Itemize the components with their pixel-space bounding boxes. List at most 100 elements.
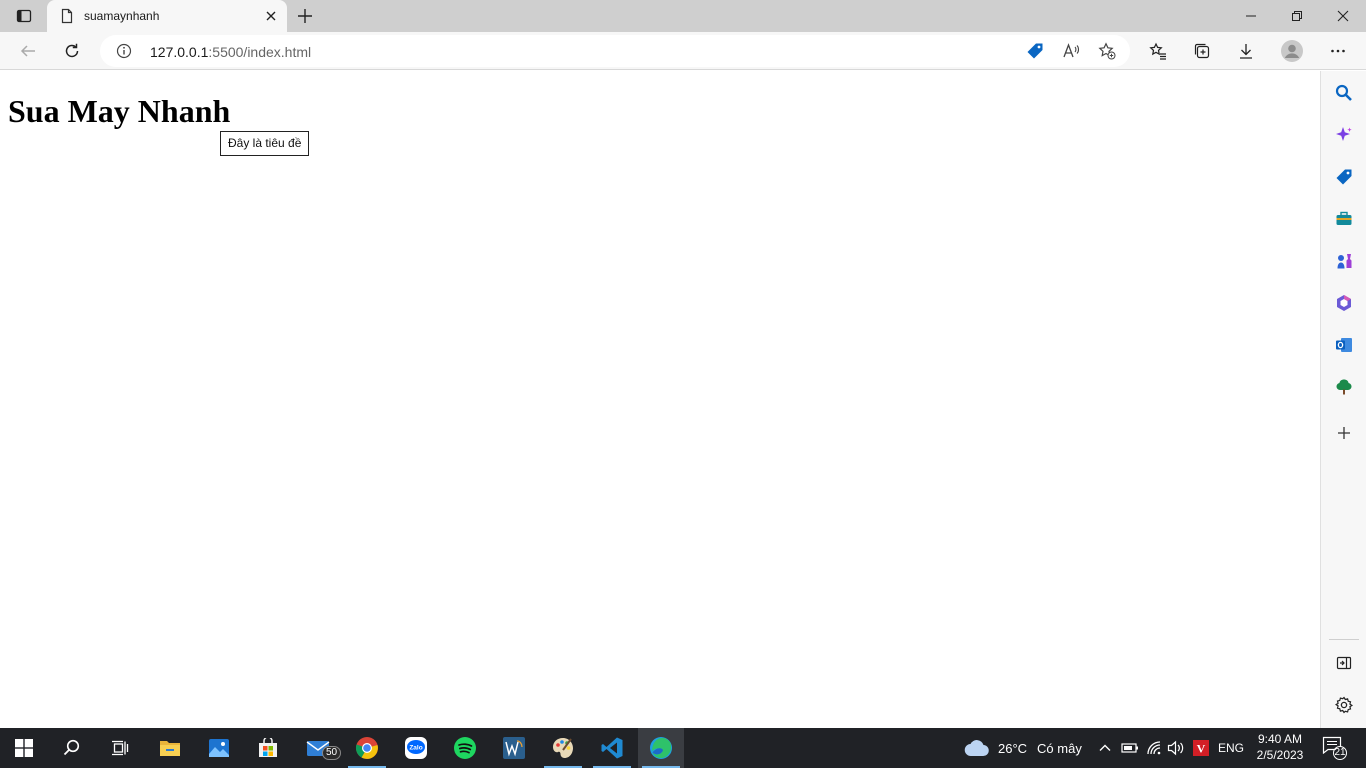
close-tab-icon[interactable] — [263, 8, 279, 24]
taskbar-store[interactable] — [245, 728, 291, 768]
taskbar-file-explorer[interactable] — [147, 728, 193, 768]
taskbar-zalo[interactable]: Zalo — [393, 728, 439, 768]
sidebar-discover-button[interactable] — [1332, 123, 1356, 147]
sidebar-search-button[interactable] — [1332, 81, 1356, 105]
chrome-icon — [355, 737, 378, 759]
add-icon — [1338, 427, 1350, 439]
downloads-button[interactable] — [1232, 37, 1260, 65]
taskbar-paint[interactable] — [540, 728, 586, 768]
notification-count-badge: 21 — [1333, 746, 1347, 760]
sidebar-tree-button[interactable] — [1332, 375, 1356, 399]
search-icon — [63, 739, 80, 756]
show-hidden-icons-button[interactable] — [1095, 728, 1115, 768]
sidebar-games-button[interactable] — [1332, 249, 1356, 273]
windows-taskbar: 50 Zalo 26°C Có mây V ENG 9:40 AM 2/5/20… — [0, 728, 1366, 768]
restore-icon — [1292, 11, 1302, 21]
notifications-button[interactable]: 21 — [1322, 736, 1350, 760]
vscode-icon — [601, 737, 623, 759]
sidebar-outlook-button[interactable] — [1332, 333, 1356, 357]
sidebar-hide-button[interactable] — [1332, 651, 1356, 675]
weather-temp: 26°C — [998, 740, 1028, 756]
sidebar-settings-button[interactable] — [1332, 693, 1356, 717]
read-aloud-icon — [1063, 43, 1080, 58]
favorites-button[interactable] — [1144, 37, 1172, 65]
sidebar-add-button[interactable] — [1332, 421, 1356, 445]
folder-icon — [160, 741, 180, 756]
vietkey-button[interactable]: V — [1190, 728, 1212, 768]
minimize-button[interactable] — [1228, 0, 1274, 32]
sidebar-office-button[interactable] — [1332, 291, 1356, 315]
browser-toolbar: 127.0.0.1:5500/index.html — [0, 32, 1366, 70]
chevron-up-icon — [1099, 744, 1111, 751]
tab-actions-button[interactable] — [6, 4, 42, 28]
start-button[interactable] — [1, 728, 47, 768]
taskbar-edge[interactable] — [638, 728, 684, 768]
profile-button[interactable] — [1278, 37, 1306, 65]
taskbar-search-button[interactable] — [49, 728, 95, 768]
taskbar-spotify[interactable] — [442, 728, 488, 768]
taskbar-mail[interactable]: 50 — [295, 728, 342, 768]
profile-avatar-icon — [1281, 40, 1303, 62]
task-view-button[interactable] — [97, 728, 143, 768]
refresh-icon — [65, 43, 79, 58]
spotify-icon — [454, 737, 476, 759]
speaker-icon — [1167, 740, 1184, 756]
cloud-icon — [964, 740, 989, 757]
edge-icon — [650, 737, 672, 759]
url-text[interactable]: 127.0.0.1:5500/index.html — [150, 44, 311, 60]
weather-condition: Có mây — [1037, 740, 1082, 756]
panel-collapse-icon — [1336, 656, 1352, 670]
volume-button[interactable] — [1165, 728, 1187, 768]
collections-button[interactable] — [1188, 37, 1216, 65]
taskbar-photos[interactable] — [196, 728, 242, 768]
shopping-tag-button[interactable] — [1025, 41, 1045, 61]
sidebar-shopping-button[interactable] — [1332, 165, 1356, 189]
taskbar-vscode[interactable] — [589, 728, 635, 768]
edge-sidebar — [1320, 71, 1366, 728]
browser-tab[interactable]: suamaynhanh — [47, 0, 287, 32]
vietnamese-input-icon: V — [1193, 740, 1209, 756]
add-favorite-button[interactable] — [1097, 41, 1117, 61]
back-button[interactable] — [14, 37, 42, 65]
info-icon[interactable] — [116, 43, 132, 59]
svg-text:Zalo: Zalo — [409, 745, 422, 752]
svg-text:V: V — [1197, 742, 1206, 756]
favorites-icon — [1149, 42, 1166, 60]
tab-title: suamaynhanh — [84, 9, 160, 23]
windows-logo-icon — [15, 739, 33, 757]
close-window-button[interactable] — [1320, 0, 1366, 32]
shopping-icon — [1336, 169, 1352, 185]
address-bar[interactable]: 127.0.0.1:5500/index.html — [100, 35, 1130, 67]
weather-widget[interactable]: 26°C Có mây — [964, 728, 1082, 768]
taskbar-mysql-workbench[interactable] — [491, 728, 537, 768]
title-tooltip: Đây là tiêu đề — [220, 131, 310, 156]
more-icon — [1331, 49, 1345, 53]
shopping-tag-icon — [1027, 43, 1043, 59]
battery-button[interactable] — [1119, 728, 1141, 768]
page-icon — [61, 8, 73, 24]
battery-icon — [1121, 743, 1138, 753]
store-icon — [259, 738, 277, 757]
restore-button[interactable] — [1274, 0, 1320, 32]
read-aloud-button[interactable] — [1061, 41, 1081, 61]
tools-icon — [1336, 211, 1352, 225]
clock-date: 2/5/2023 — [1256, 748, 1304, 762]
network-button[interactable] — [1144, 728, 1166, 768]
sidebar-divider — [1329, 639, 1359, 640]
sparkle-icon — [1336, 127, 1352, 141]
mysql-workbench-icon — [503, 737, 525, 759]
games-icon — [1337, 254, 1352, 269]
new-tab-icon[interactable] — [294, 5, 316, 27]
tab-strip: suamaynhanh — [0, 0, 1366, 32]
settings-more-button[interactable] — [1324, 37, 1352, 65]
minimize-icon — [1246, 15, 1256, 17]
url-path: :5500/index.html — [208, 44, 312, 60]
taskbar-chrome[interactable] — [344, 728, 390, 768]
clock[interactable]: 9:40 AM 2/5/2023 — [1252, 731, 1308, 763]
collections-icon — [1194, 43, 1210, 59]
language-indicator[interactable]: ENG — [1214, 728, 1248, 768]
zalo-icon: Zalo — [405, 737, 427, 759]
sidebar-tools-button[interactable] — [1332, 207, 1356, 231]
refresh-button[interactable] — [58, 37, 86, 65]
page-viewport: Sua May Nhanh Đây là tiêu đề — [0, 71, 1320, 728]
